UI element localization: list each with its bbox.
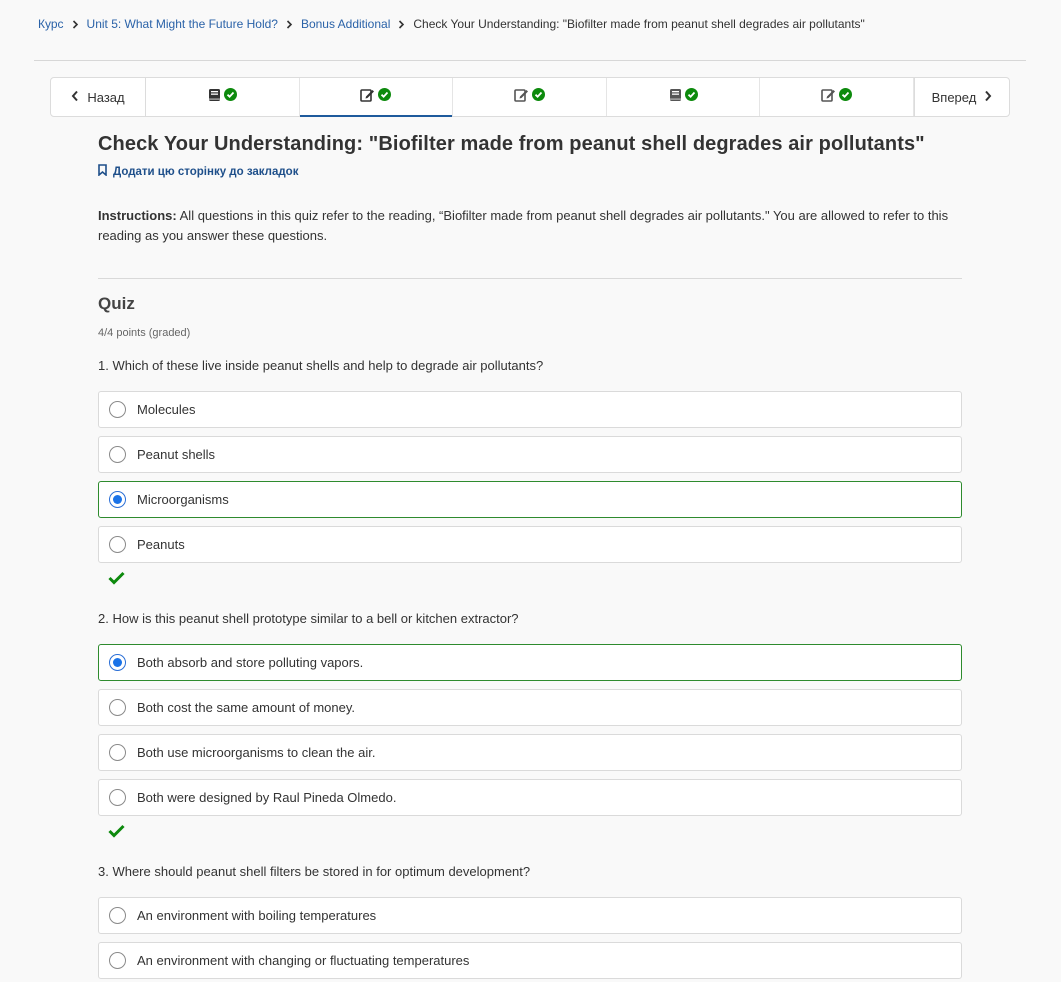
answer-option[interactable]: Molecules [98, 391, 962, 428]
sequence-unit-1[interactable] [146, 78, 300, 116]
radio-button[interactable] [109, 699, 126, 716]
breadcrumb-subsection-link[interactable]: Bonus Additional [301, 17, 390, 31]
previous-button[interactable]: Назад [51, 78, 146, 116]
header-divider [34, 60, 1026, 61]
answer-label: Both absorb and store polluting vapors. [137, 655, 364, 670]
edit-icon [821, 88, 836, 107]
check-circle-icon [531, 88, 545, 106]
chevron-right-icon [72, 19, 79, 29]
chevron-right-icon [398, 19, 405, 29]
answer-label: Molecules [137, 402, 196, 417]
quiz-heading: Quiz [98, 294, 135, 313]
next-button[interactable]: Вперед [913, 78, 1009, 116]
answer-label: Peanuts [137, 537, 185, 552]
breadcrumb-unit-link[interactable]: Unit 5: What Might the Future Hold? [87, 17, 278, 31]
question-1-text: 1. Which of these live inside peanut she… [98, 358, 544, 373]
section-divider [98, 278, 962, 279]
answer-option[interactable]: Both cost the same amount of money. [98, 689, 962, 726]
instructions: Instructions: All questions in this quiz… [98, 206, 962, 246]
sequence-navigation: Назад Вперед [50, 77, 1010, 117]
question-3-text: 3. Where should peanut shell filters be … [98, 864, 531, 879]
edit-icon [360, 88, 375, 107]
radio-button[interactable] [109, 907, 126, 924]
answer-label: Both were designed by Raul Pineda Olmedo… [137, 790, 397, 805]
bookmark-label: Додати цю сторінку до закладок [113, 165, 299, 178]
breadcrumb: Курс Unit 5: What Might the Future Hold?… [38, 17, 865, 31]
sequence-unit-4[interactable] [607, 78, 761, 116]
question-2-options: Both absorb and store polluting vapors. … [98, 644, 962, 816]
main-content: Check Your Understanding: "Biofilter mad… [98, 133, 962, 982]
book-icon [669, 88, 682, 107]
radio-button[interactable] [109, 446, 126, 463]
instructions-label: Instructions: [98, 208, 177, 223]
breadcrumb-course-link[interactable]: Курс [38, 17, 64, 31]
page-title: Check Your Understanding: "Biofilter mad… [98, 133, 925, 155]
bookmark-button[interactable]: Додати цю сторінку до закладок [98, 164, 962, 179]
radio-button-checked[interactable] [109, 491, 126, 508]
answer-label: An environment with boiling temperatures [137, 908, 377, 923]
sequence-unit-2[interactable] [299, 78, 454, 117]
sequence-unit-3[interactable] [453, 78, 607, 116]
breadcrumb-current: Check Your Understanding: "Biofilter mad… [413, 17, 865, 31]
book-icon [208, 88, 221, 107]
answer-label: Both use microorganisms to clean the air… [137, 745, 376, 760]
answer-option[interactable]: Both use microorganisms to clean the air… [98, 734, 962, 771]
chevron-right-icon [286, 19, 293, 29]
answer-label: Microorganisms [137, 492, 229, 507]
answer-option[interactable]: An environment with boiling temperatures [98, 897, 962, 934]
instructions-text: All questions in this quiz refer to the … [98, 208, 949, 243]
answer-label: An environment with changing or fluctuat… [137, 953, 470, 968]
check-circle-icon [223, 88, 237, 106]
bookmark-icon [98, 164, 107, 179]
radio-button[interactable] [109, 789, 126, 806]
correct-check-icon [108, 824, 962, 842]
previous-label: Назад [87, 89, 125, 105]
check-circle-icon [839, 88, 853, 106]
question-2-text: 2. How is this peanut shell prototype si… [98, 611, 519, 626]
answer-label: Peanut shells [137, 447, 216, 462]
radio-button[interactable] [109, 744, 126, 761]
answer-option[interactable]: An environment with changing or fluctuat… [98, 942, 962, 979]
answer-option-selected[interactable]: Microorganisms [98, 481, 962, 518]
check-circle-icon [684, 88, 698, 106]
answer-label: Both cost the same amount of money. [137, 700, 355, 715]
question-3-options: An environment with boiling temperatures… [98, 897, 962, 979]
check-circle-icon [378, 88, 392, 106]
edit-icon [514, 88, 529, 107]
answer-option-selected[interactable]: Both absorb and store polluting vapors. [98, 644, 962, 681]
radio-button[interactable] [109, 952, 126, 969]
answer-option[interactable]: Peanut shells [98, 436, 962, 473]
chevron-right-icon [984, 90, 992, 105]
question-1-options: Molecules Peanut shells Microorganisms P… [98, 391, 962, 563]
radio-button[interactable] [109, 401, 126, 418]
next-label: Вперед [931, 89, 977, 105]
correct-check-icon [108, 571, 962, 589]
radio-button[interactable] [109, 536, 126, 553]
chevron-left-icon [71, 90, 79, 105]
answer-option[interactable]: Peanuts [98, 526, 962, 563]
radio-button-checked[interactable] [109, 654, 126, 671]
quiz-points: 4/4 points (graded) [98, 327, 191, 339]
answer-option[interactable]: Both were designed by Raul Pineda Olmedo… [98, 779, 962, 816]
sequence-unit-5[interactable] [760, 78, 914, 116]
